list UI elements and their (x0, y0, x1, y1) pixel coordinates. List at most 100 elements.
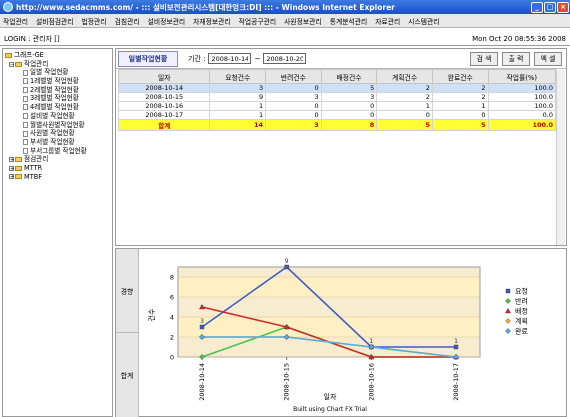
tree-group[interactable]: + MTTR (5, 164, 110, 173)
menu-bar: 작업관리 설비점검관리 법정관리 검침관리 설비정보관리 자재정보관리 작업공구… (0, 14, 570, 28)
menu-item[interactable]: 설비정보관리 (148, 16, 186, 26)
folder-icon (15, 157, 22, 163)
close-icon[interactable]: × (557, 1, 569, 13)
menu-item[interactable]: 검침관리 (115, 16, 140, 26)
column-header[interactable]: 계획건수 (376, 69, 433, 84)
tab-daily-status[interactable]: 일별작업현황 (118, 50, 178, 67)
legend-label: 완료 (515, 328, 528, 336)
tree-item[interactable]: 부서별 작업현황 (5, 138, 110, 147)
column-header[interactable]: 요청건수 (209, 69, 267, 84)
legend-label: 반려 (515, 297, 528, 306)
tree-item[interactable]: 사원별 작업현황 (5, 129, 110, 138)
chart-band (178, 277, 480, 297)
column-header[interactable]: 일자 (117, 69, 211, 84)
menu-item[interactable]: 설비점검관리 (36, 16, 74, 26)
expand-icon[interactable]: + (9, 165, 14, 171)
login-label: LOGIN : 관리자 [] (4, 34, 60, 43)
menu-item[interactable]: 통계분석관리 (330, 16, 368, 26)
chart-band (178, 267, 480, 277)
y-tick-label: 4 (170, 314, 174, 322)
page-icon (23, 121, 28, 128)
expand-icon[interactable]: + (9, 174, 14, 180)
page-icon (23, 130, 28, 137)
table-row[interactable]: 2008-10-17 1 0 0 0 0 0.0 (117, 110, 557, 120)
table-cell: 0.0 (487, 110, 557, 120)
legend-marker (505, 307, 511, 314)
x-tick-label: 2008-10-16 (367, 363, 375, 401)
tree-item[interactable]: 설비별 작업현황 (5, 112, 110, 121)
tree-group[interactable]: + MTBF (5, 173, 110, 182)
table-cell: 2 (431, 83, 489, 93)
page-icon (23, 87, 28, 94)
legend-marker (505, 318, 511, 324)
legend-label: 계획 (515, 317, 528, 326)
table-cell: 2 (376, 92, 433, 102)
tree-item[interactable]: 1레벨별 작업현황 (5, 77, 110, 86)
data-label: 1 (369, 338, 373, 345)
column-header[interactable]: 작업률(%) (487, 69, 557, 84)
total-side-label[interactable]: 합계 (116, 333, 139, 417)
data-label: 1 (454, 338, 458, 345)
excel-button[interactable]: 엑 셀 (534, 51, 562, 66)
collapse-icon[interactable]: − (9, 61, 14, 67)
legend-marker (505, 288, 511, 294)
minimize-icon[interactable]: _ (531, 1, 543, 13)
folder-icon (5, 52, 12, 58)
maximize-icon[interactable]: □ (544, 1, 556, 13)
table-cell: 0 (320, 101, 378, 111)
menu-item[interactable]: 시스템관리 (408, 16, 439, 26)
tree-item[interactable]: 4레벨별 작업현황 (5, 103, 110, 112)
column-header[interactable]: 완료건수 (431, 69, 489, 84)
tree-item[interactable]: 일별 작업현황 (5, 68, 110, 77)
total-row[interactable]: 합계 14 3 8 5 5 100.0 (117, 119, 557, 131)
table-cell: 9 (209, 92, 267, 102)
menu-item[interactable]: 법정관리 (82, 16, 107, 26)
table-cell: 8 (320, 119, 378, 131)
table-cell: 5 (376, 119, 433, 131)
table-cell: 2 (376, 83, 433, 93)
tree-item[interactable]: 3레벨별 작업현황 (5, 94, 110, 103)
table-cell: 2 (431, 92, 489, 102)
table-cell: 0 (376, 110, 433, 120)
search-button[interactable]: 검 색 (470, 51, 498, 66)
table-row[interactable]: 2008-10-15 9 3 3 2 2 100.0 (117, 92, 557, 102)
chart-footer: Built using Chart FX Trial (293, 406, 367, 413)
table-cell: 14 (209, 119, 267, 131)
table-cell: 0 (265, 101, 322, 111)
vertical-scrollbar[interactable] (556, 70, 565, 245)
menu-item[interactable]: 작업관리 (3, 16, 28, 26)
legend-label: 배정 (515, 307, 528, 316)
start-date-input[interactable] (208, 53, 252, 64)
table-cell: 1 (209, 101, 267, 111)
tree-root[interactable]: 그래프-GE (5, 51, 110, 60)
print-button[interactable]: 출 력 (502, 51, 530, 66)
table-cell: 1 (431, 101, 489, 111)
tree-item[interactable]: 월별사원별작업현황 (5, 121, 110, 130)
table-cell: 0 (320, 110, 378, 120)
data-table: 일자 요청건수 반려건수 배정건수 계획건수 완료건수 작업률(%) 2008-… (117, 69, 557, 131)
menu-item[interactable]: 자료관리 (375, 16, 400, 26)
legend-marker (505, 328, 511, 334)
table-cell: 1 (209, 110, 267, 120)
column-header[interactable]: 반려건수 (265, 69, 322, 84)
chart-band (178, 317, 480, 337)
tree-group[interactable]: + 점검관리 (5, 155, 110, 164)
expand-icon[interactable]: + (9, 157, 14, 163)
tree-item[interactable]: 부서그룹별 작업현황 (5, 147, 110, 156)
table-row[interactable]: 2008-10-14 3 0 5 2 2 100.0 (117, 83, 557, 93)
menu-item[interactable]: 자재정보관리 (193, 16, 231, 26)
page-icon (23, 113, 28, 120)
datetime-label: Mon Oct 20 08:55:36 2008 (472, 34, 566, 43)
table-cell: 3 (320, 92, 378, 102)
table-cell: 2008-10-15 (117, 92, 211, 102)
period-filter: 기간 : ~ (188, 53, 309, 64)
chart-panel: 경향 합계 0 2 4 6 8 2008-10-14 2008-10-15 2008-10-1… (115, 248, 567, 417)
menu-item[interactable]: 작업공구관리 (239, 16, 277, 26)
y-tick-label: 0 (170, 354, 174, 362)
x-tick-label: 2008-10-14 (198, 363, 206, 401)
column-header[interactable]: 배정건수 (320, 69, 378, 84)
menu-item[interactable]: 사원정보관리 (284, 16, 322, 26)
table-row[interactable]: 2008-10-16 1 0 0 1 1 100.0 (117, 101, 557, 111)
end-date-input[interactable] (263, 53, 307, 64)
trend-side-label[interactable]: 경향 (116, 249, 139, 333)
